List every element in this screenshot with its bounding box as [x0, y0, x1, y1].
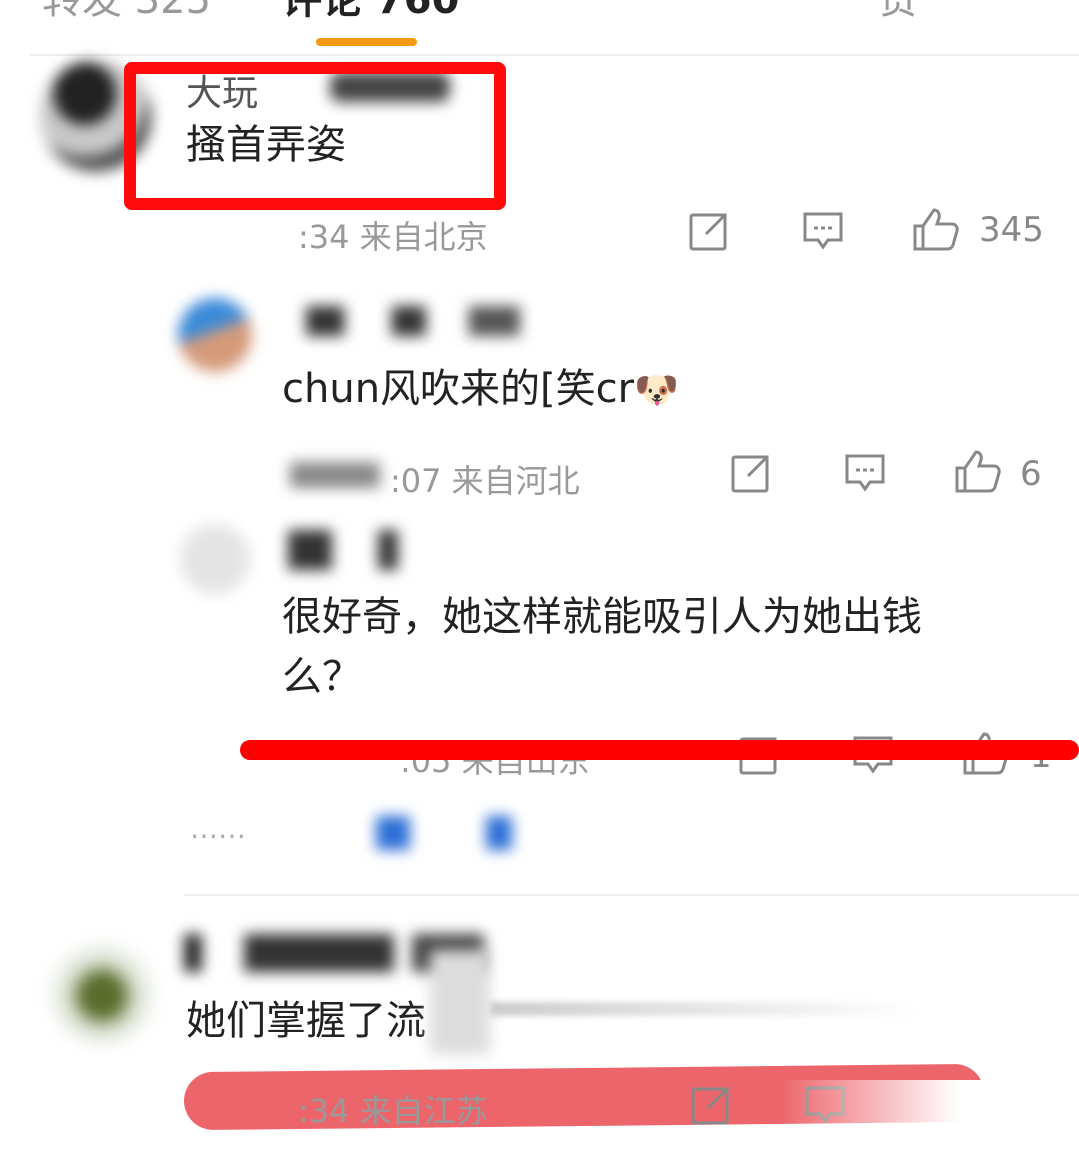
tab-like[interactable]: 赞 [878, 0, 918, 22]
username-blurred [288, 530, 398, 570]
header-divider [30, 54, 1079, 56]
comment-divider [184, 894, 1079, 896]
comment-location: 来自江苏 [359, 1092, 488, 1130]
comment-text-content: chun风吹来的[笑cr [282, 366, 635, 412]
comment-text: chun风吹来的[笑cr🐶 [282, 358, 679, 422]
thumbs-up-icon[interactable] [912, 206, 960, 252]
share-icon[interactable] [688, 210, 730, 252]
avatar[interactable] [46, 934, 158, 1046]
comment-text: 她们掌握了流 [186, 998, 426, 1044]
comment-icon[interactable] [802, 210, 844, 252]
thumbs-up-icon[interactable] [954, 448, 1002, 494]
comment-meta: :07 来自河北 [390, 456, 580, 502]
tab-comment[interactable]: 评论 760 [282, 0, 459, 22]
tab-repost[interactable]: 转发 325 [42, 0, 211, 22]
red-box-annotation [124, 62, 506, 210]
comment-location: 来自北京 [359, 218, 488, 256]
text-blur-streak [490, 1002, 920, 1016]
doge-emoji-icon: 🐶 [634, 370, 679, 411]
more-replies-dots[interactable]: …… [190, 812, 246, 845]
avatar[interactable] [178, 298, 252, 372]
comment-time: :34 [298, 218, 350, 256]
username-blurred [306, 306, 520, 336]
fade-overlay [780, 1080, 1079, 1160]
comment-meta: :34 来自江苏 [298, 1086, 488, 1132]
share-icon[interactable] [690, 1084, 732, 1126]
red-strike-annotation [240, 740, 1079, 760]
text-blurred [430, 950, 490, 1054]
share-icon[interactable] [730, 452, 772, 494]
active-tab-indicator [316, 38, 417, 46]
comment-icon[interactable] [844, 452, 886, 494]
comment-time: :34 [298, 1092, 350, 1130]
comment-time: :07 [390, 462, 442, 500]
comment-location: 来自河北 [451, 462, 580, 500]
reply-user-blurred [486, 816, 512, 850]
like-count: 6 [1020, 454, 1042, 494]
like-count: 345 [979, 210, 1044, 250]
comment-meta: :34 来自北京 [298, 212, 488, 258]
avatar[interactable] [180, 524, 250, 594]
comment-text-line1: 很好奇，她这样就能吸引人为她出钱 [282, 594, 922, 640]
date-blurred [290, 462, 380, 488]
comment-text-line2: 么？ [282, 654, 362, 700]
reply-user-blurred [376, 816, 410, 850]
